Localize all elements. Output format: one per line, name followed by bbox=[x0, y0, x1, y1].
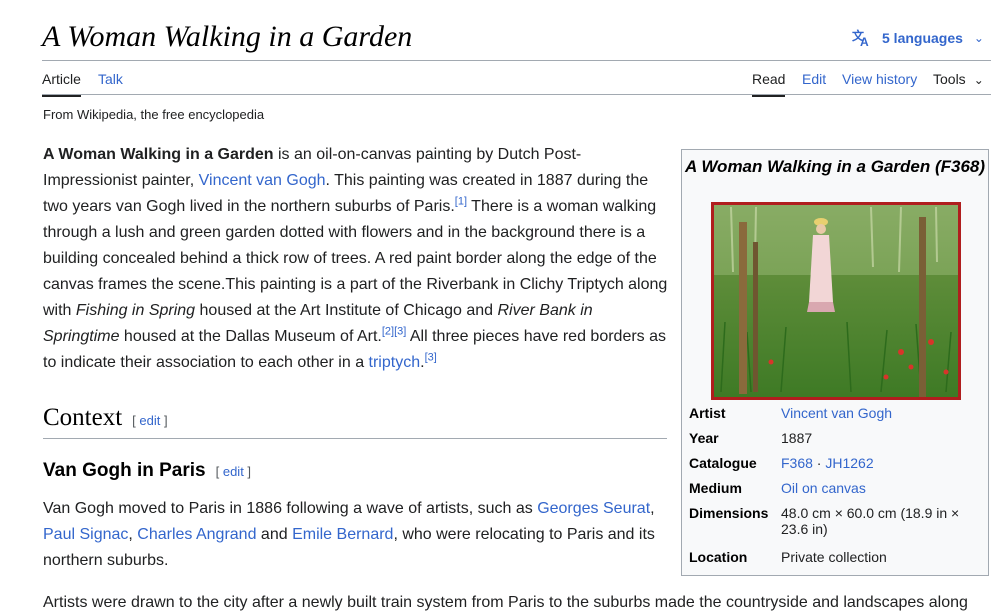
painting-image[interactable] bbox=[711, 202, 961, 400]
section-vgparis-heading: Van Gogh in Paris[ edit ] bbox=[43, 460, 252, 481]
link-emile-bernard[interactable]: Emile Bernard bbox=[292, 526, 393, 543]
infobox-table: Artist Vincent van Gogh Year 1887 Catalo… bbox=[689, 405, 985, 574]
link-f368[interactable]: F368 bbox=[781, 455, 813, 471]
infobox: A Woman Walking in a Garden (F368) Artis… bbox=[681, 149, 989, 576]
edit-section-vgparis: [ edit ] bbox=[215, 464, 252, 479]
tools-label: Tools bbox=[933, 71, 966, 87]
edit-section-context: [ edit ] bbox=[132, 413, 168, 428]
link-charles-angrand[interactable]: Charles Angrand bbox=[137, 526, 256, 543]
language-selector[interactable]: 文 A 5 languages ⌄ bbox=[852, 29, 984, 47]
infobox-title: A Woman Walking in a Garden (F368) bbox=[684, 157, 986, 176]
intro-paragraph: A Woman Walking in a Garden is an oil-on… bbox=[43, 146, 668, 371]
tab-talk[interactable]: Talk bbox=[98, 71, 123, 87]
infobox-row-catalogue: Catalogue F368 · JH1262 bbox=[689, 455, 874, 471]
title-divider bbox=[42, 60, 991, 61]
chevron-down-icon: ⌄ bbox=[973, 73, 984, 87]
infobox-row-medium: Medium Oil on canvas bbox=[689, 480, 866, 496]
link-triptych[interactable]: triptych bbox=[369, 354, 421, 371]
tools-menu[interactable]: Tools ⌄ bbox=[933, 71, 984, 87]
infobox-row-dimensions: Dimensions 48.0 cm × 60.0 cm (18.9 in × … bbox=[689, 505, 960, 537]
ref-3[interactable]: [3] bbox=[394, 326, 406, 338]
tab-view-history[interactable]: View history bbox=[842, 71, 917, 87]
edit-link[interactable]: edit bbox=[223, 464, 244, 479]
ref-2[interactable]: [2] bbox=[382, 326, 394, 338]
translate-icon: 文 A bbox=[852, 29, 869, 47]
tagline: From Wikipedia, the free encyclopedia bbox=[43, 107, 265, 122]
link-paul-signac[interactable]: Paul Signac bbox=[43, 526, 128, 543]
link-oil-on-canvas[interactable]: Oil on canvas bbox=[781, 480, 866, 496]
tab-read[interactable]: Read bbox=[752, 71, 786, 97]
ref-3b[interactable]: [3] bbox=[425, 352, 437, 364]
edit-link[interactable]: edit bbox=[139, 413, 160, 428]
ref-1[interactable]: [1] bbox=[455, 196, 467, 208]
link-artist[interactable]: Vincent van Gogh bbox=[781, 405, 892, 421]
svg-text:A: A bbox=[860, 35, 869, 47]
section-context-heading: Context[ edit ] bbox=[43, 404, 667, 439]
link-georges-seurat[interactable]: Georges Seurat bbox=[537, 500, 650, 517]
infobox-row-location: Location Private collection bbox=[689, 549, 887, 565]
tab-article[interactable]: Article bbox=[42, 71, 81, 97]
tab-edit[interactable]: Edit bbox=[802, 71, 826, 87]
vgparis-paragraph: Van Gogh moved to Paris in 1886 followin… bbox=[43, 500, 655, 569]
chevron-down-icon: ⌄ bbox=[973, 31, 984, 45]
link-vincent-van-gogh[interactable]: Vincent van Gogh bbox=[199, 172, 326, 189]
page-title: A Woman Walking in a Garden bbox=[42, 20, 413, 53]
link-jh1262[interactable]: JH1262 bbox=[825, 455, 873, 471]
bold-title: A Woman Walking in a Garden bbox=[43, 146, 274, 163]
tabs-divider bbox=[42, 94, 991, 95]
infobox-row-year: Year 1887 bbox=[689, 430, 813, 446]
infobox-row-artist: Artist Vincent van Gogh bbox=[689, 405, 893, 421]
languages-label: 5 languages bbox=[882, 30, 963, 46]
cut-paragraph: Artists were drawn to the city after a n… bbox=[43, 594, 968, 611]
